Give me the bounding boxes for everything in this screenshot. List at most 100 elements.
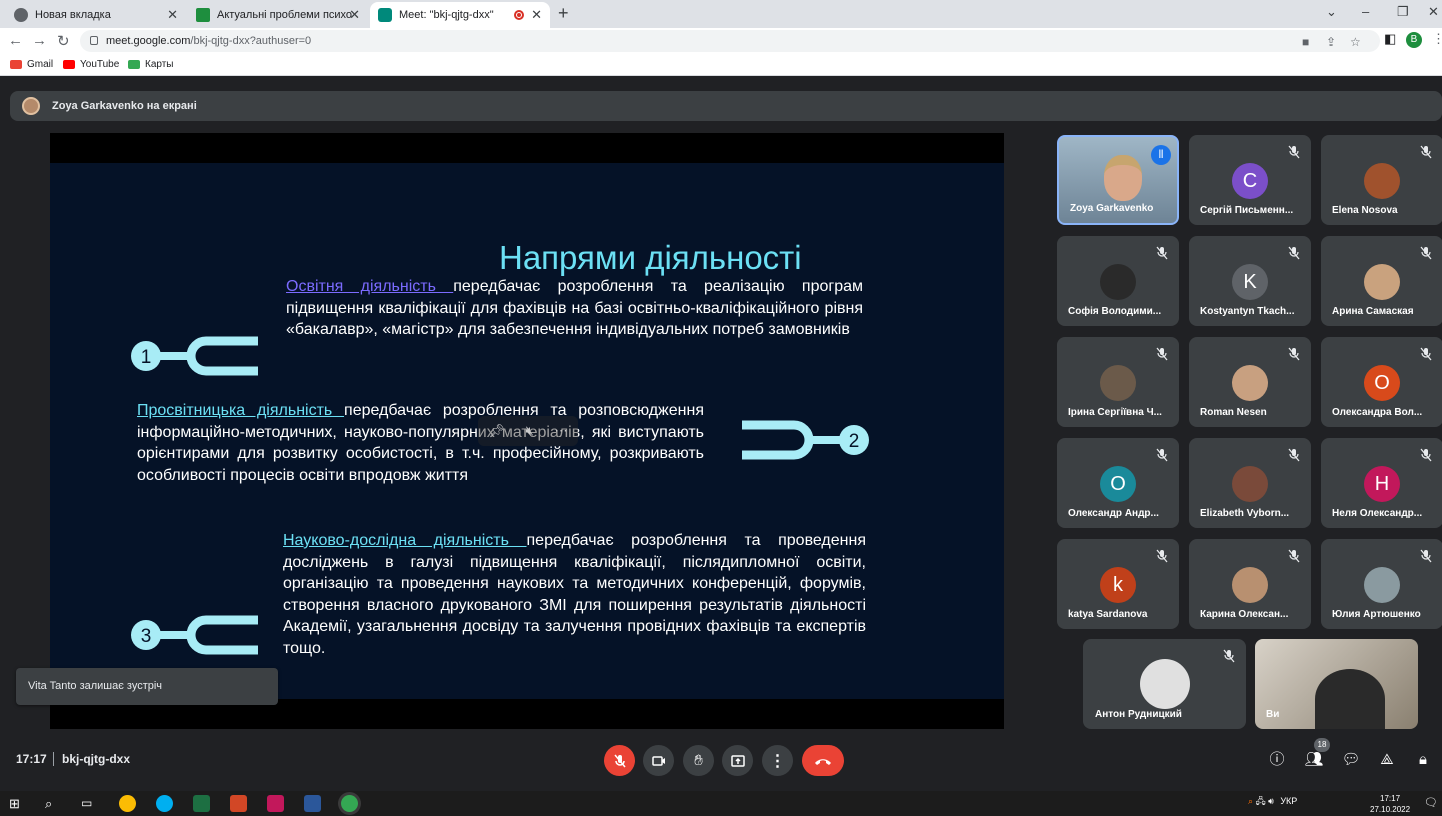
menu-dots-icon[interactable]: ⋮ — [1432, 31, 1442, 47]
item-1-link[interactable]: Освітня діяльність — [286, 278, 453, 295]
raise-hand-button[interactable]: ✋︎ — [683, 745, 714, 776]
close-icon[interactable]: ✕ — [349, 7, 360, 23]
participant-tile[interactable]: O Олександра Вол... — [1321, 337, 1442, 427]
powerpoint-icon[interactable] — [230, 795, 247, 812]
more-icon[interactable]: ⋯ — [555, 423, 568, 439]
profile-avatar[interactable]: B — [1406, 32, 1422, 48]
sidepanel-icon[interactable]: ◧ — [1384, 31, 1396, 47]
tab-psychology[interactable]: Актуальні проблеми психології ✕ — [188, 2, 368, 28]
participant-tile[interactable]: Карина Олексан... — [1189, 539, 1311, 629]
chat-icon[interactable]: 💬︎ — [1340, 749, 1362, 771]
restore-button[interactable]: ❐ — [1397, 4, 1409, 20]
word-icon[interactable] — [304, 795, 321, 812]
camera-toggle-button[interactable] — [643, 745, 674, 776]
tuning-fork-1: 1 — [131, 336, 258, 376]
participant-tile[interactable]: С Сергій Письменн... — [1189, 135, 1311, 225]
participant-name: Софія Володими... — [1068, 306, 1162, 317]
participant-name: Zoya Garkavenko — [1070, 203, 1154, 214]
participant-tile[interactable]: Ірина Сергіївна Ч... — [1057, 337, 1179, 427]
skype-icon[interactable] — [156, 795, 173, 812]
minimize-button[interactable]: – — [1362, 4, 1369, 19]
network-icon[interactable]: 🖧︎ — [1256, 796, 1266, 806]
share-icon[interactable]: ⇪ — [1326, 31, 1336, 53]
system-clock[interactable]: 17:17 27.10.2022 — [1370, 793, 1410, 815]
mic-off-icon — [1222, 649, 1236, 663]
hang-up-icon — [815, 758, 831, 765]
windows-start-icon[interactable]: ⊞ — [9, 795, 26, 812]
participant-tile[interactable]: Арина Самаская — [1321, 236, 1442, 326]
participant-name: Elena Nosova — [1332, 205, 1398, 216]
back-icon[interactable]: ← — [8, 32, 23, 49]
item-3-text: Науково-дослідна діяльність передбачає р… — [283, 530, 866, 659]
new-tab-button[interactable]: + — [558, 3, 569, 24]
tab-label: Актуальні проблеми психології — [217, 9, 352, 21]
bookmark-label: Карты — [145, 59, 174, 70]
bookmark-star-icon[interactable]: ☆ — [1350, 31, 1361, 53]
leave-call-button[interactable] — [802, 745, 844, 776]
present-button[interactable] — [722, 745, 753, 776]
tab-search-icon[interactable]: ⌄ — [1326, 4, 1337, 20]
participant-name: Ви — [1266, 709, 1280, 720]
pdf-icon[interactable] — [267, 795, 284, 812]
mic-toggle-button[interactable] — [604, 745, 635, 776]
participant-name: Сергій Письменн... — [1200, 205, 1294, 216]
mic-off-icon — [613, 754, 626, 767]
participant-avatar — [1139, 659, 1190, 709]
tab-new-tab[interactable]: Новая вкладка ✕ — [6, 2, 186, 28]
participant-tile[interactable]: Ви — [1255, 639, 1418, 729]
url-input[interactable]: meet.google.com/bkj-qjtg-dxx?authuser=0 … — [80, 30, 1380, 52]
mute-icon[interactable]: 🔇︎ — [526, 423, 534, 439]
search-icon[interactable]: ⌕ — [45, 795, 62, 812]
close-icon[interactable]: ✕ — [531, 7, 542, 23]
chrome-taskbar-icon[interactable] — [119, 795, 136, 812]
task-view-icon[interactable]: ▭ — [81, 795, 98, 812]
tuning-fork-2: 2 — [742, 420, 869, 460]
info-icon[interactable]: ⓘ — [1266, 749, 1288, 771]
more-options-button[interactable]: ⋮ — [762, 745, 793, 776]
tray-icons[interactable]: ⌕ — [1248, 796, 1253, 806]
url-domain: meet.google.com — [106, 35, 191, 47]
participant-tile[interactable]: Elena Nosova — [1321, 135, 1442, 225]
volume-icon[interactable]: 🔊︎ — [1268, 796, 1274, 806]
participant-name: Антон Рудницкий — [1095, 709, 1182, 720]
participant-tile[interactable]: Roman Nesen — [1189, 337, 1311, 427]
camera-icon[interactable]: ■ — [1302, 31, 1309, 53]
participant-tile[interactable]: O Олександр Андр... — [1057, 438, 1179, 528]
mic-off-icon — [1287, 246, 1301, 260]
speaking-indicator-icon: ⦀ — [1151, 145, 1171, 165]
bookmark-maps[interactable]: Карты — [128, 59, 174, 70]
item-3-link[interactable]: Науково-дослідна діяльність — [283, 532, 527, 549]
people-icon[interactable]: 👥︎ — [1303, 749, 1325, 771]
host-controls-icon[interactable]: 🔒︎ — [1412, 749, 1434, 771]
participant-tile[interactable]: ⦀ Zoya Garkavenko — [1057, 135, 1179, 225]
meet-icon — [378, 8, 392, 22]
participant-avatar: С — [1232, 163, 1268, 199]
meeting-code: bkj-qjtg-dxx — [62, 752, 130, 766]
participant-avatar — [1364, 264, 1400, 300]
tab-meet[interactable]: Meet: "bkj-qjtg-dxx" ✕ — [370, 2, 550, 28]
item-2-link[interactable]: Просвітницька діяльність — [137, 402, 344, 419]
pin-icon[interactable]: 📌︎ — [488, 423, 505, 439]
participant-tile[interactable]: Антон Рудницкий — [1083, 639, 1246, 729]
keyboard-language[interactable]: УКР — [1280, 796, 1297, 806]
reload-icon[interactable]: ↻ — [57, 32, 70, 50]
close-window-button[interactable]: ✕ — [1428, 4, 1439, 20]
close-icon[interactable]: ✕ — [167, 7, 178, 23]
mic-off-icon — [1419, 347, 1433, 361]
excel-icon[interactable] — [193, 795, 210, 812]
item-2-text: Просвітницька діяльність передбачає розр… — [137, 400, 704, 486]
participant-tile[interactable]: K Kostyantyn Tkach... — [1189, 236, 1311, 326]
notifications-icon[interactable]: 🗨︎ — [1424, 796, 1438, 809]
participant-tile[interactable]: Elizabeth Vyborn... — [1189, 438, 1311, 528]
participant-tile[interactable]: Юлия Артюшенко — [1321, 539, 1442, 629]
chrome-active-icon[interactable] — [341, 795, 358, 812]
slide-title: Напрями діяльності — [499, 239, 802, 276]
participant-tile[interactable]: Софія Володими... — [1057, 236, 1179, 326]
bookmark-gmail[interactable]: Gmail — [10, 59, 53, 70]
address-bar-row: ← → ↻ meet.google.com/bkj-qjtg-dxx?authu… — [0, 28, 1442, 54]
bookmark-youtube[interactable]: YouTube — [63, 59, 119, 70]
participant-tile[interactable]: Н Неля Олександр... — [1321, 438, 1442, 528]
participant-tile[interactable]: k katya Sardanova — [1057, 539, 1179, 629]
forward-icon[interactable]: → — [32, 32, 47, 49]
activities-icon[interactable]: ⟁ — [1376, 749, 1398, 771]
